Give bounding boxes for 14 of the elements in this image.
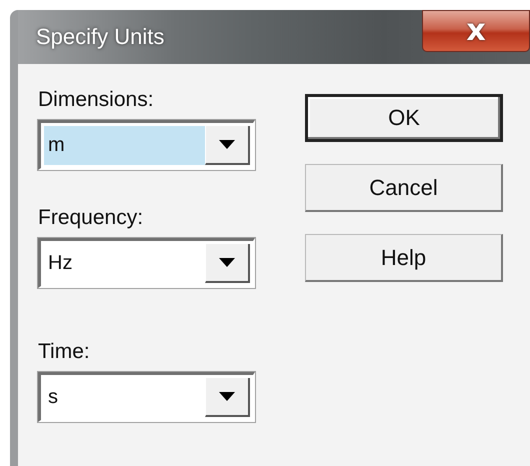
dropdown-value: Hz [47,251,74,276]
dropdown-value: m [44,126,205,165]
field-label: Frequency: [38,206,144,230]
dropdown-value: s [47,385,59,410]
unit-dropdown[interactable]: s [38,372,255,422]
dialog-button[interactable]: Help [305,234,503,282]
field-label: Dimensions: [38,88,155,112]
unit-dropdown[interactable]: Hz [38,238,255,288]
dialog-button[interactable]: OK [305,94,503,142]
unit-dropdown[interactable]: m [38,120,255,170]
dialog-button[interactable]: Cancel [305,164,503,212]
field-label: Time: [38,340,91,364]
close-button[interactable]: x [422,10,530,52]
window-title: Specify Units [36,24,164,50]
